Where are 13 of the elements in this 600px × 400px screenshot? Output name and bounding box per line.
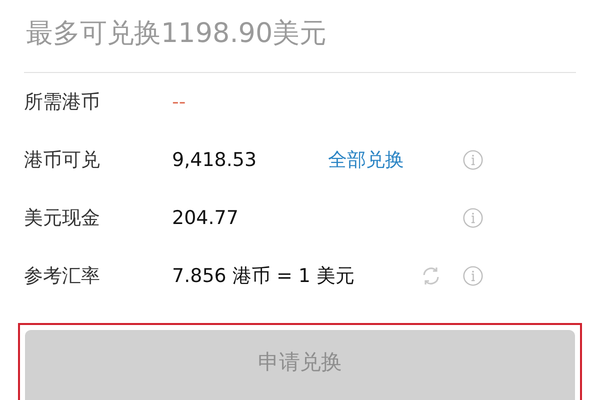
field-label: 港币可兑 (24, 148, 101, 173)
max-exchange-text: 最多可兑换1198.90美元 (25, 17, 328, 51)
info-icon[interactable] (462, 207, 484, 229)
field-label: 参考汇率 (24, 264, 101, 289)
exchange-all-link[interactable]: 全部兑换 (328, 147, 404, 173)
field-value: -- (172, 90, 187, 114)
field-value: 204.77 (172, 206, 240, 230)
info-icon[interactable] (462, 149, 484, 171)
field-label: 所需港币 (24, 90, 101, 115)
field-label: 美元现金 (24, 206, 101, 231)
field-value: 9,418.53 (172, 148, 258, 172)
info-icon[interactable] (462, 265, 484, 287)
field-value: 7.856 港币 = 1 美元 (172, 264, 355, 288)
